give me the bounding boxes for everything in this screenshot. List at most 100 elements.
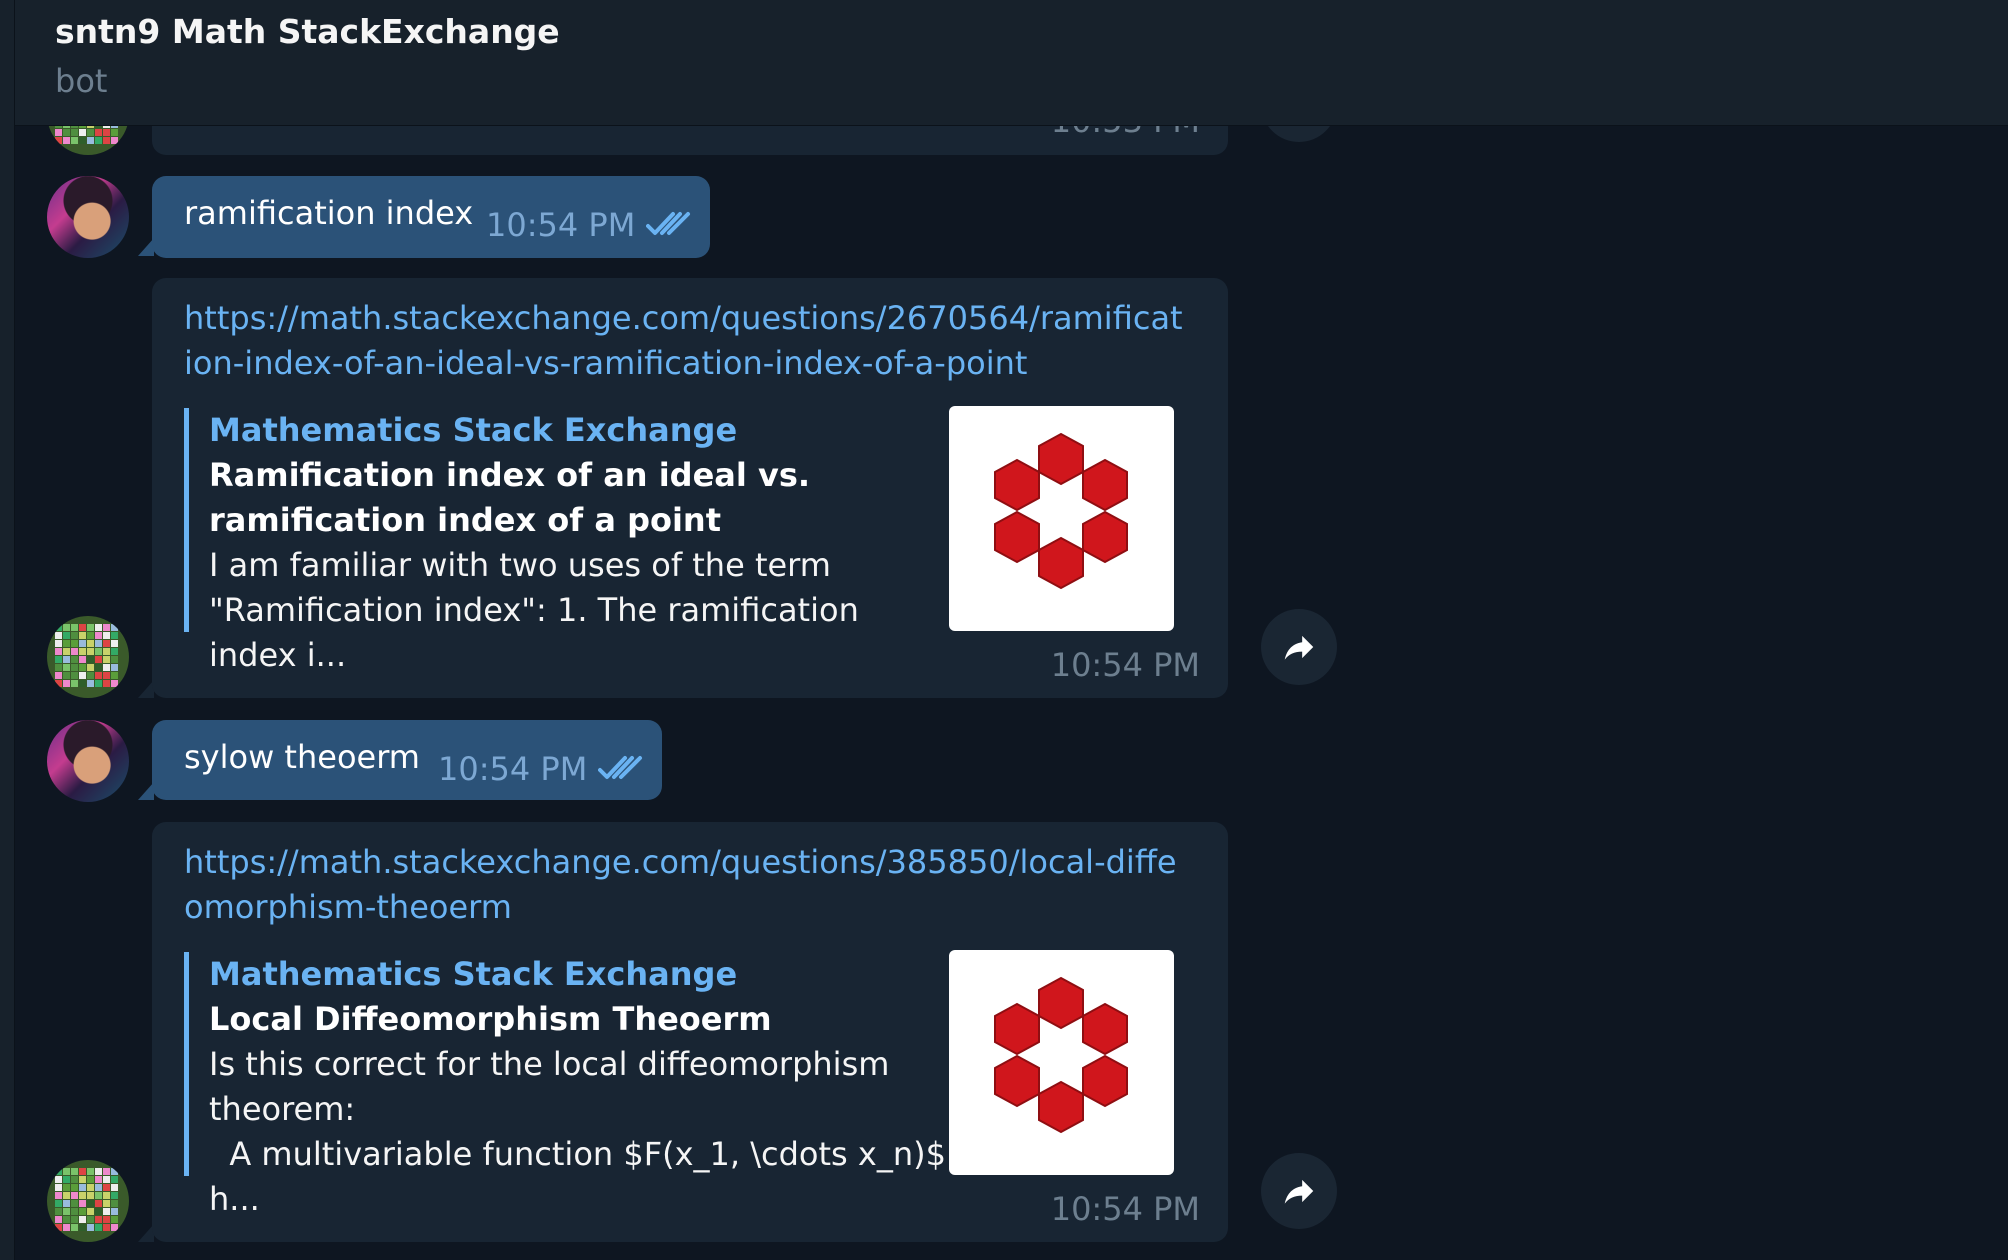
avatar-pixel [103, 1192, 110, 1199]
avatar-pixel [71, 648, 78, 655]
avatar-pixel [111, 648, 118, 655]
avatar-pixel [111, 680, 118, 687]
avatar-pixel [111, 1224, 118, 1231]
chat-title[interactable]: sntn9 Math StackExchange [55, 12, 560, 51]
avatar-pixel [103, 640, 110, 647]
avatar-pixel [63, 1224, 70, 1231]
avatar-pixel [95, 1200, 102, 1207]
preview-description: Is this correct for the local diffeomorp… [209, 1045, 946, 1218]
share-button[interactable] [1261, 609, 1337, 685]
avatar-pixel [79, 1216, 86, 1223]
avatar-pixel [63, 632, 70, 639]
message-time: 10:54 PM [1050, 646, 1200, 684]
avatar-pixel [87, 664, 94, 671]
avatar-pixel [103, 664, 110, 671]
avatar-pixel [71, 137, 78, 144]
avatar-pixel [111, 1184, 118, 1191]
avatar-pixel [63, 672, 70, 679]
share-button[interactable] [1261, 1153, 1337, 1229]
avatar-pixel [111, 640, 118, 647]
avatar-pixel [95, 1216, 102, 1223]
avatar-pixel [87, 624, 94, 631]
outgoing-message-bubble[interactable]: sylow theoerm 10:54 PM [152, 720, 662, 800]
chat-list-edge[interactable] [0, 0, 15, 1260]
avatar-pixel [95, 680, 102, 687]
avatar-pixel [55, 672, 62, 679]
preview-thumbnail[interactable] [949, 406, 1174, 631]
avatar-pixel [63, 1216, 70, 1223]
link-preview[interactable]: Mathematics Stack Exchange Ramification … [184, 406, 1174, 674]
avatar-pixel [79, 1200, 86, 1207]
avatar-pixel [111, 632, 118, 639]
avatar-pixel [71, 632, 78, 639]
avatar-pixel [71, 1216, 78, 1223]
avatar-pixel [55, 1200, 62, 1207]
avatar-pixel [87, 137, 94, 144]
avatar-pixel [79, 1224, 86, 1231]
avatar-pixel [79, 648, 86, 655]
stackexchange-logo-icon [994, 976, 1128, 1134]
user-avatar[interactable] [47, 720, 129, 802]
user-avatar[interactable] [47, 176, 129, 258]
avatar-pixel [71, 1208, 78, 1215]
avatar-pixel [111, 1168, 118, 1175]
avatar-pixel [95, 1176, 102, 1183]
avatar-pixel [103, 656, 110, 663]
avatar-pixel [79, 664, 86, 671]
avatar-pixel [95, 632, 102, 639]
avatar-pixel [55, 624, 62, 631]
avatar-pixel [71, 624, 78, 631]
avatar-pixel [103, 1184, 110, 1191]
avatar-pixel [79, 1184, 86, 1191]
avatar-pixel [87, 632, 94, 639]
bot-avatar[interactable] [47, 1160, 129, 1242]
avatar-pixel [111, 624, 118, 631]
avatar-pixel [55, 656, 62, 663]
avatar-pixel [103, 137, 110, 144]
avatar-pixel [71, 1200, 78, 1207]
avatar-pixel [79, 624, 86, 631]
avatar-pixel [87, 1184, 94, 1191]
avatar-pixel [79, 680, 86, 687]
avatar-pixel [55, 1192, 62, 1199]
avatar-pixel [55, 1184, 62, 1191]
message-link[interactable]: https://math.stackexchange.com/questions… [184, 296, 1184, 386]
avatar-pixel [103, 1168, 110, 1175]
avatar-pixel [71, 1192, 78, 1199]
avatar-pixel [95, 672, 102, 679]
avatar-pixel [71, 1176, 78, 1183]
share-arrow-icon [1284, 1179, 1314, 1204]
avatar-pixel [87, 648, 94, 655]
avatar-pixel [103, 1216, 110, 1223]
avatar-pixel [63, 640, 70, 647]
avatar-pixel [103, 680, 110, 687]
avatar-pixel [87, 1192, 94, 1199]
avatar-pixel [111, 1176, 118, 1183]
avatar-pixel [111, 664, 118, 671]
avatar-pixel [87, 1168, 94, 1175]
avatar-pixel [103, 1224, 110, 1231]
avatar-pixel [55, 1224, 62, 1231]
avatar-pixel [63, 1184, 70, 1191]
avatar-pixel [103, 1208, 110, 1215]
message-text: ramification index [184, 194, 474, 232]
link-preview[interactable]: Mathematics Stack Exchange Local Diffeom… [184, 950, 1174, 1218]
avatar-pixel [79, 1208, 86, 1215]
incoming-message-bubble[interactable]: https://math.stackexchange.com/questions… [152, 822, 1228, 1242]
chat-header[interactable]: sntn9 Math StackExchange bot [15, 0, 2008, 126]
avatar-pixel [55, 1208, 62, 1215]
preview-description: I am familiar with two uses of the term … [209, 546, 870, 674]
preview-thumbnail[interactable] [949, 950, 1174, 1175]
avatar-pixel [71, 672, 78, 679]
message-time: 10:54 PM [438, 750, 588, 788]
avatar-pixel [87, 1176, 94, 1183]
incoming-message-bubble[interactable]: https://math.stackexchange.com/questions… [152, 278, 1228, 698]
outgoing-message-bubble[interactable]: ramification index 10:54 PM [152, 176, 710, 258]
message-link[interactable]: https://math.stackexchange.com/questions… [184, 840, 1184, 930]
avatar-pixel [71, 1224, 78, 1231]
avatar-pixel [63, 1208, 70, 1215]
avatar-pixel [87, 680, 94, 687]
avatar-pixel [95, 1192, 102, 1199]
avatar-pixel [87, 1216, 94, 1223]
bot-avatar[interactable] [47, 616, 129, 698]
